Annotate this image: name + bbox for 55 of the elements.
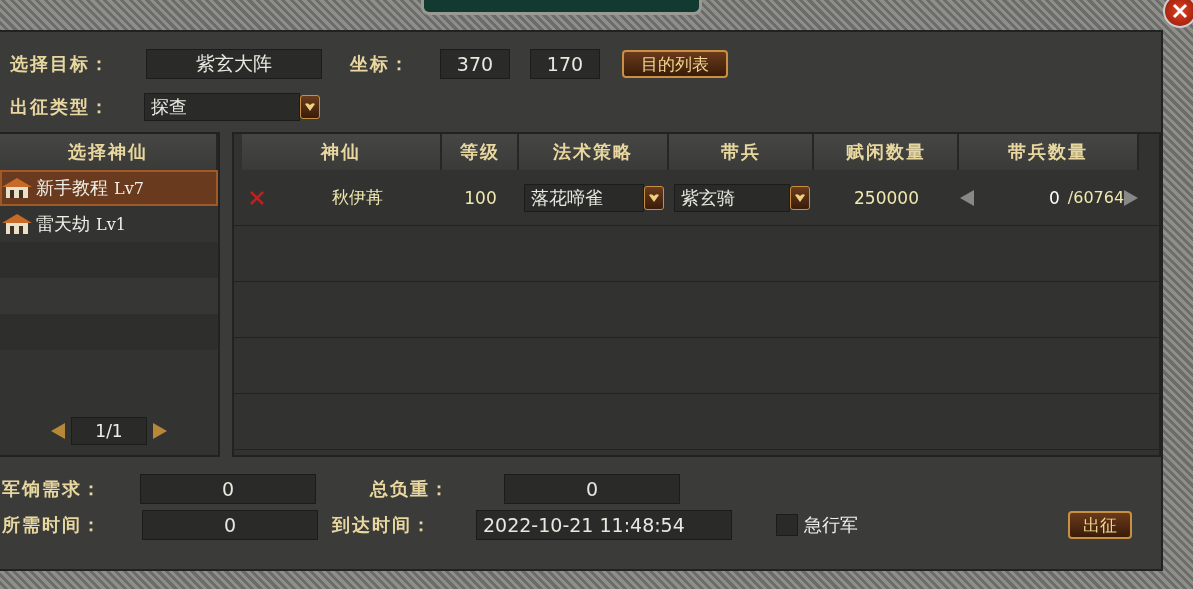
dropdown-button[interactable] bbox=[300, 95, 320, 119]
type-select[interactable]: 探查 bbox=[144, 93, 300, 121]
next-page-button[interactable] bbox=[153, 423, 167, 439]
x-coordinate-field[interactable]: 370 bbox=[440, 49, 510, 79]
previous-page-button[interactable] bbox=[51, 423, 65, 439]
table-cell-text: 秋伊苒 bbox=[330, 186, 384, 209]
column-header: 带兵 bbox=[669, 134, 814, 170]
increase-button[interactable] bbox=[1124, 189, 1139, 206]
left-arrow-icon bbox=[959, 189, 974, 206]
list-header: 选择神仙 bbox=[0, 134, 218, 170]
weight-field: 0 bbox=[504, 474, 680, 504]
immortal-item[interactable]: 新手教程 Lv7 bbox=[0, 170, 218, 206]
rush-march-checkbox[interactable] bbox=[776, 514, 798, 536]
dropdown-button[interactable] bbox=[644, 185, 664, 210]
caret-icon bbox=[305, 103, 315, 111]
target-list-button[interactable]: 目的列表 bbox=[622, 50, 728, 78]
dropdown-button[interactable] bbox=[789, 185, 810, 210]
field-label: 军饷需求： bbox=[2, 477, 103, 501]
immortal-item[interactable]: 雷天劫 Lv1 bbox=[0, 206, 218, 242]
column-header: 法术策略 bbox=[519, 134, 669, 170]
field-label: 出征类型： bbox=[10, 95, 111, 119]
remove-icon[interactable] bbox=[250, 190, 264, 205]
right-arrow-icon bbox=[153, 423, 167, 439]
field-label: 总负重： bbox=[370, 477, 451, 501]
column-header: 神仙 bbox=[242, 134, 442, 170]
table-cell-text: 250000 bbox=[853, 187, 920, 208]
house-icon bbox=[2, 213, 32, 235]
caret-icon bbox=[649, 193, 659, 202]
field-label: 坐标： bbox=[350, 52, 411, 76]
house-icon bbox=[2, 177, 32, 199]
checkbox-label: 急行军 bbox=[804, 513, 858, 537]
caret-icon bbox=[794, 193, 805, 202]
dispatch-button[interactable]: 出征 bbox=[1068, 511, 1132, 539]
arrival-time-field: 2022-10-21 11:48:54 bbox=[476, 510, 732, 540]
field-label: 选择目标： bbox=[10, 52, 111, 76]
troop-select[interactable]: 紫玄骑 bbox=[673, 183, 790, 212]
target-field[interactable]: 紫玄大阵 bbox=[146, 49, 322, 79]
field-label: 到达时间： bbox=[332, 513, 433, 537]
strategy-select[interactable]: 落花啼雀 bbox=[524, 183, 644, 212]
table-cell-text: 100 bbox=[463, 187, 498, 208]
troop-count: 0 bbox=[1048, 187, 1060, 208]
right-arrow-icon bbox=[1124, 189, 1139, 206]
troop-max: /60764 bbox=[1067, 188, 1125, 207]
decrease-button[interactable] bbox=[959, 189, 974, 206]
page-indicator: 1/1 bbox=[71, 417, 147, 445]
column-header: 赋闲数量 bbox=[814, 134, 959, 170]
close-icon bbox=[1172, 3, 1188, 19]
column-header: 带兵数量 bbox=[959, 134, 1139, 170]
pay-field: 0 bbox=[140, 474, 316, 504]
y-coordinate-field[interactable]: 170 bbox=[530, 49, 600, 79]
column-header: 等级 bbox=[442, 134, 519, 170]
field-label: 所需时间： bbox=[2, 513, 103, 537]
close-button[interactable] bbox=[1163, 0, 1193, 28]
left-arrow-icon bbox=[51, 423, 65, 439]
time-field: 0 bbox=[142, 510, 318, 540]
